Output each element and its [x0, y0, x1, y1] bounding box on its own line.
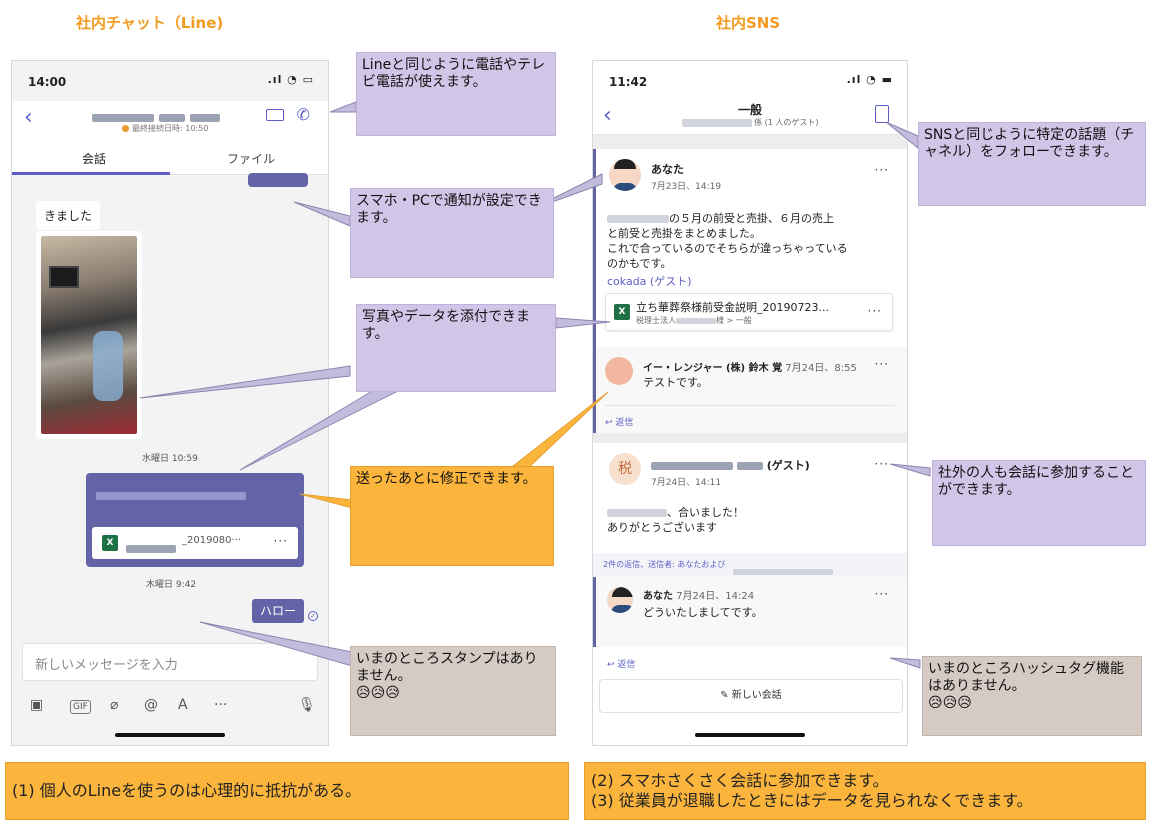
reply-header: あなた 7月24日、14:24 [643, 591, 755, 602]
right-section-title: 社内SNS [716, 14, 781, 32]
callout-stamps: いまのところスタンプはありません。 😥😥😥 [350, 646, 556, 736]
chat-tabs: 会話 ファイル [12, 141, 328, 175]
read-check-icon: ✓ [308, 611, 318, 621]
file-name: _2019080··· [182, 535, 242, 546]
post-date: 7月24日、14:11 [651, 478, 722, 488]
timestamp: 木曜日 9:42 [146, 580, 197, 590]
post-body: の５月の前受と売掛、６月の売上 と前受と売掛をまとめました。 これで合っているの… [607, 212, 848, 270]
file-name: 立ち華葬祭様前受金説明_20190723... [636, 301, 829, 314]
more-icon[interactable]: ··· [274, 534, 288, 548]
footer-right: (2) スマホさくさく会話に参加できます。 (3) 従業員が退職したときにはデー… [584, 762, 1146, 820]
channel-title: 一般 [737, 103, 762, 117]
callout-attach: 写真やデータを添付できます。 [356, 304, 556, 392]
blurred-message [96, 485, 246, 504]
status-icons: .ıl ◔ ▭ [267, 73, 314, 86]
mention-icon[interactable]: @ [144, 697, 158, 713]
file-card[interactable]: X 立ち華葬祭様前受金説明_20190723... 税理士法人様 > 一般 ··… [605, 293, 893, 331]
status-time: 11:42 [609, 75, 648, 89]
excel-icon: X [102, 535, 118, 551]
sad-face-icons: 😥😥😥 [928, 695, 972, 711]
gif-icon[interactable]: GIF [70, 700, 91, 714]
sns-phone-screen: 11:42 .ıl ◔ ▬ ‹ 一般 係 (1 人のゲスト) あなた 7月23日… [592, 60, 908, 746]
attach-icon[interactable]: ⌀ [110, 697, 118, 713]
replies-info[interactable]: 2件の返信、送信者: あなたおよび [593, 553, 907, 577]
avatar [607, 587, 633, 613]
composer-toolbar: ▣ GIF ⌀ @ A ··· 🎙 [30, 697, 320, 719]
channel-info-icon[interactable] [875, 105, 889, 123]
post-body: 、合いました！ ありがとうございます [607, 506, 744, 534]
last-login: 最終接続日時: 10:50 [122, 123, 208, 134]
footer-left: (1) 個人のLineを使うのは心理的に抵抗がある。 [5, 762, 569, 820]
reply-button[interactable]: ↩ 返信 [605, 415, 633, 428]
callout-hashtag: いまのところハッシュタグ機能はありません。 😥😥😥 [922, 656, 1142, 736]
tab-conversation[interactable]: 会話 [82, 150, 106, 167]
mic-icon[interactable]: 🎙 [298, 697, 316, 713]
hello-message[interactable]: ハロー [252, 599, 304, 623]
chat-header: ‹ 最終接続日時: 10:50 ✆ [12, 101, 328, 141]
sad-face-icons: 😥😥😥 [356, 685, 400, 701]
message-bubble-out[interactable] [248, 173, 308, 187]
post-date: 7月23日、14:19 [651, 182, 722, 192]
avatar [609, 159, 641, 191]
status-bar: 14:00 .ıl ◔ ▭ [12, 61, 328, 101]
file-attachment[interactable]: X _2019080··· ··· [92, 527, 298, 559]
post-author: あなた [651, 163, 684, 176]
reply-header: イー・レンジャー (株) 鈴木 覚 7月24日、8:55 [643, 363, 857, 374]
image-icon[interactable]: ▣ [30, 697, 43, 713]
tab-underline [12, 172, 170, 175]
timestamp: 水曜日 10:59 [142, 454, 198, 464]
status-icons: .ıl ◔ ▬ [846, 73, 893, 86]
more-icon[interactable]: ··· [875, 587, 889, 601]
photo-image [41, 236, 137, 434]
avatar: 税 [609, 453, 641, 485]
avatar [605, 357, 633, 385]
more-icon[interactable]: ··· [875, 457, 889, 471]
callout-guest: 社外の人も会話に参加することができます。 [932, 460, 1146, 546]
channel-subtitle: 係 (1 人のゲスト) [593, 117, 907, 128]
message-bubble-out-file[interactable]: X _2019080··· ··· [86, 473, 304, 567]
callout-call: Lineと同じように電話やテレビ電話が使えます。 [356, 52, 556, 136]
new-conversation-button[interactable]: ✎ 新しい会話 [599, 679, 903, 713]
post-author: (ゲスト) [651, 457, 810, 473]
home-indicator [115, 733, 225, 737]
tab-files[interactable]: ファイル [227, 150, 275, 167]
file-path: 税理士法人様 > 一般 [636, 316, 752, 325]
back-icon[interactable]: ‹ [24, 105, 33, 130]
chat-phone-screen: 14:00 .ıl ◔ ▭ ‹ 最終接続日時: 10:50 ✆ 会話 ファイル … [11, 60, 329, 746]
status-time: 14:00 [28, 75, 67, 89]
message-bubble-in[interactable]: きました [36, 201, 101, 230]
excel-icon: X [614, 304, 630, 320]
post-card: 税 (ゲスト) 7月24日、14:11 ··· 、合いました！ ありがとうござい… [593, 443, 907, 553]
video-call-icon[interactable] [266, 109, 284, 121]
left-section-title: 社内チャット（Line) [76, 14, 224, 32]
format-icon[interactable]: A [178, 697, 188, 713]
more-icon[interactable]: ··· [868, 304, 882, 318]
callout-edit: 送ったあとに修正できます。 [350, 466, 554, 566]
reply-card: あなた 7月24日、14:24 ··· どういたしましてです。 [593, 577, 907, 647]
phone-call-icon[interactable]: ✆ [297, 105, 310, 124]
callout-channel: SNSと同じように特定の話題（チャネル）をフォローできます。 [918, 122, 1146, 206]
mention-link[interactable]: cokada (ゲスト) [607, 273, 692, 289]
channel-header: ‹ 一般 係 (1 人のゲスト) [593, 101, 907, 135]
reply-body: どういたしましてです。 [643, 606, 763, 619]
home-indicator [695, 733, 805, 737]
reply-body: テストです。 [643, 376, 708, 389]
status-bar: 11:42 .ıl ◔ ▬ [593, 61, 907, 101]
more-icon[interactable]: ··· [875, 357, 889, 371]
callout-notification: スマホ・PCで通知が設定できます。 [350, 188, 554, 278]
reply-card: イー・レンジャー (株) 鈴木 覚 7月24日、8:55 ··· テストです。 … [593, 347, 907, 433]
reply-button[interactable]: ↩ 返信 [607, 657, 635, 670]
message-input[interactable]: 新しいメッセージを入力 [22, 643, 318, 681]
more-icon[interactable]: ··· [875, 163, 889, 177]
photo-attachment[interactable] [36, 231, 142, 439]
more-icon[interactable]: ··· [214, 697, 227, 713]
